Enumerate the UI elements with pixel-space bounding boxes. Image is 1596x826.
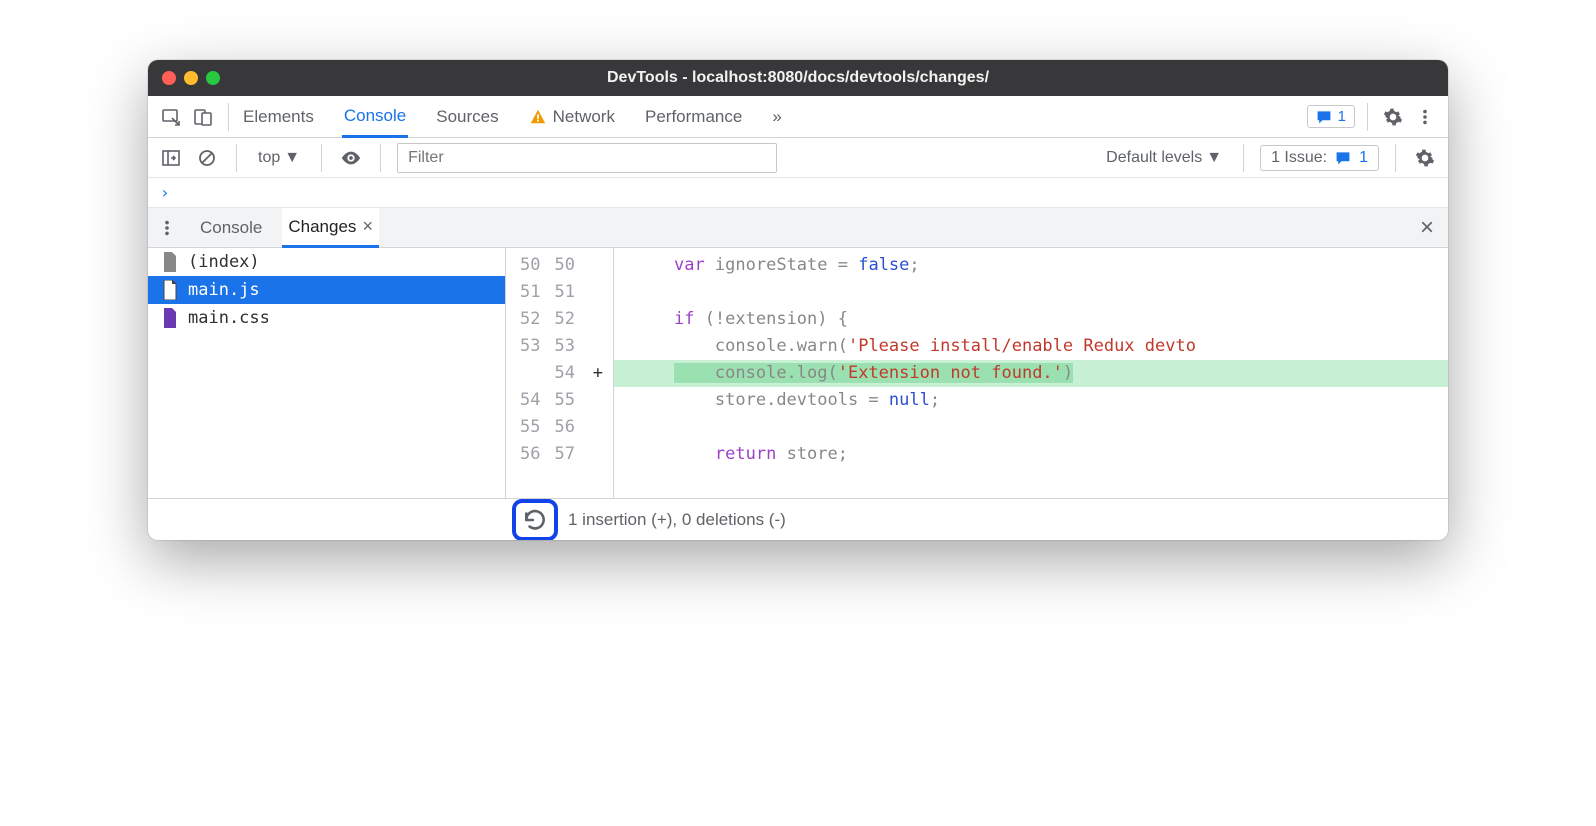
file-item[interactable]: main.css xyxy=(148,304,505,332)
panel-tabs: Elements Console Sources Network Perform… xyxy=(241,96,784,138)
devtools-window: DevTools - localhost:8080/docs/devtools/… xyxy=(148,60,1448,540)
close-icon[interactable]: × xyxy=(362,216,373,237)
divider xyxy=(236,144,237,172)
tab-performance[interactable]: Performance xyxy=(643,96,744,138)
drawer-toolbar: Console Changes × × xyxy=(148,208,1448,248)
issues-badge[interactable]: 1 xyxy=(1307,105,1355,128)
code-line: console.warn('Please install/enable Redu… xyxy=(614,333,1448,360)
divider xyxy=(228,103,229,131)
kebab-menu-icon[interactable] xyxy=(1412,104,1438,130)
window-controls xyxy=(162,71,220,85)
divider xyxy=(380,144,381,172)
close-drawer-icon[interactable]: × xyxy=(1420,214,1442,242)
divider xyxy=(1367,103,1368,131)
main-toolbar: Elements Console Sources Network Perform… xyxy=(148,96,1448,138)
issues-counter[interactable]: 1 Issue: 1 xyxy=(1260,145,1379,171)
code-line: store.devtools = null; xyxy=(614,387,1448,414)
line-gutter: 50515253 545556 5051525354555657 + xyxy=(506,248,614,498)
context-selector[interactable]: top ▼ xyxy=(253,146,305,170)
warning-icon xyxy=(529,108,547,126)
console-prompt[interactable]: › xyxy=(148,178,1448,208)
drawer-tab-console[interactable]: Console xyxy=(194,208,268,248)
file-name: main.js xyxy=(188,280,260,300)
more-tabs-button[interactable]: » xyxy=(770,96,783,138)
filter-input[interactable] xyxy=(397,143,777,173)
file-icon xyxy=(162,308,178,328)
settings-icon[interactable] xyxy=(1380,104,1406,130)
code-line: return store; xyxy=(614,441,1448,468)
revert-button[interactable] xyxy=(512,499,558,541)
console-settings-icon[interactable] xyxy=(1412,145,1438,171)
file-name: main.css xyxy=(188,308,270,328)
divider xyxy=(1395,144,1396,172)
close-window-button[interactable] xyxy=(162,71,176,85)
files-sidebar: (index) main.js main.css xyxy=(148,248,506,498)
minimize-window-button[interactable] xyxy=(184,71,198,85)
file-icon xyxy=(162,252,178,272)
diff-summary: 1 insertion (+), 0 deletions (-) xyxy=(568,510,786,530)
tab-console[interactable]: Console xyxy=(342,96,408,138)
tab-sources[interactable]: Sources xyxy=(434,96,500,138)
clear-console-icon[interactable] xyxy=(194,145,220,171)
code-lines: var ignoreState = false; if (!extension) … xyxy=(614,248,1448,498)
inspect-element-icon[interactable] xyxy=(158,104,184,130)
code-line xyxy=(614,414,1448,441)
changes-panel: (index) main.js main.css 50515253 545556 5… xyxy=(148,248,1448,498)
device-toolbar-icon[interactable] xyxy=(190,104,216,130)
chevron-down-icon: ▼ xyxy=(284,149,300,167)
code-line: var ignoreState = false; xyxy=(614,252,1448,279)
console-sidebar-toggle-icon[interactable] xyxy=(158,145,184,171)
titlebar: DevTools - localhost:8080/docs/devtools/… xyxy=(148,60,1448,96)
file-icon xyxy=(162,280,178,300)
issues-label: 1 Issue: xyxy=(1271,149,1327,167)
issues-count-value: 1 xyxy=(1359,149,1368,167)
chevron-down-icon: ▼ xyxy=(1206,149,1222,167)
message-icon xyxy=(1335,150,1351,166)
code-line: console.log('Extension not found.') xyxy=(614,360,1448,387)
diff-view: 50515253 545556 5051525354555657 + var i… xyxy=(506,248,1448,498)
tab-elements[interactable]: Elements xyxy=(241,96,316,138)
drawer-kebab-icon[interactable] xyxy=(154,215,180,241)
console-toolbar: top ▼ Default levels ▼ 1 Issue: 1 xyxy=(148,138,1448,178)
divider xyxy=(321,144,322,172)
tab-network[interactable]: Network xyxy=(527,96,617,138)
code-line: if (!extension) { xyxy=(614,306,1448,333)
divider xyxy=(1243,144,1244,172)
issue-count: 1 xyxy=(1338,108,1346,125)
message-icon xyxy=(1316,109,1332,125)
undo-icon xyxy=(522,507,548,533)
changes-status-bar: 1 insertion (+), 0 deletions (-) xyxy=(148,498,1448,540)
drawer-tab-changes[interactable]: Changes × xyxy=(282,208,379,248)
code-line xyxy=(614,279,1448,306)
file-name: (index) xyxy=(188,252,260,272)
window-title: DevTools - localhost:8080/docs/devtools/… xyxy=(607,69,989,87)
log-levels-selector[interactable]: Default levels ▼ xyxy=(1101,146,1227,170)
live-expression-icon[interactable] xyxy=(338,145,364,171)
maximize-window-button[interactable] xyxy=(206,71,220,85)
file-item[interactable]: main.js xyxy=(148,276,505,304)
file-item[interactable]: (index) xyxy=(148,248,505,276)
